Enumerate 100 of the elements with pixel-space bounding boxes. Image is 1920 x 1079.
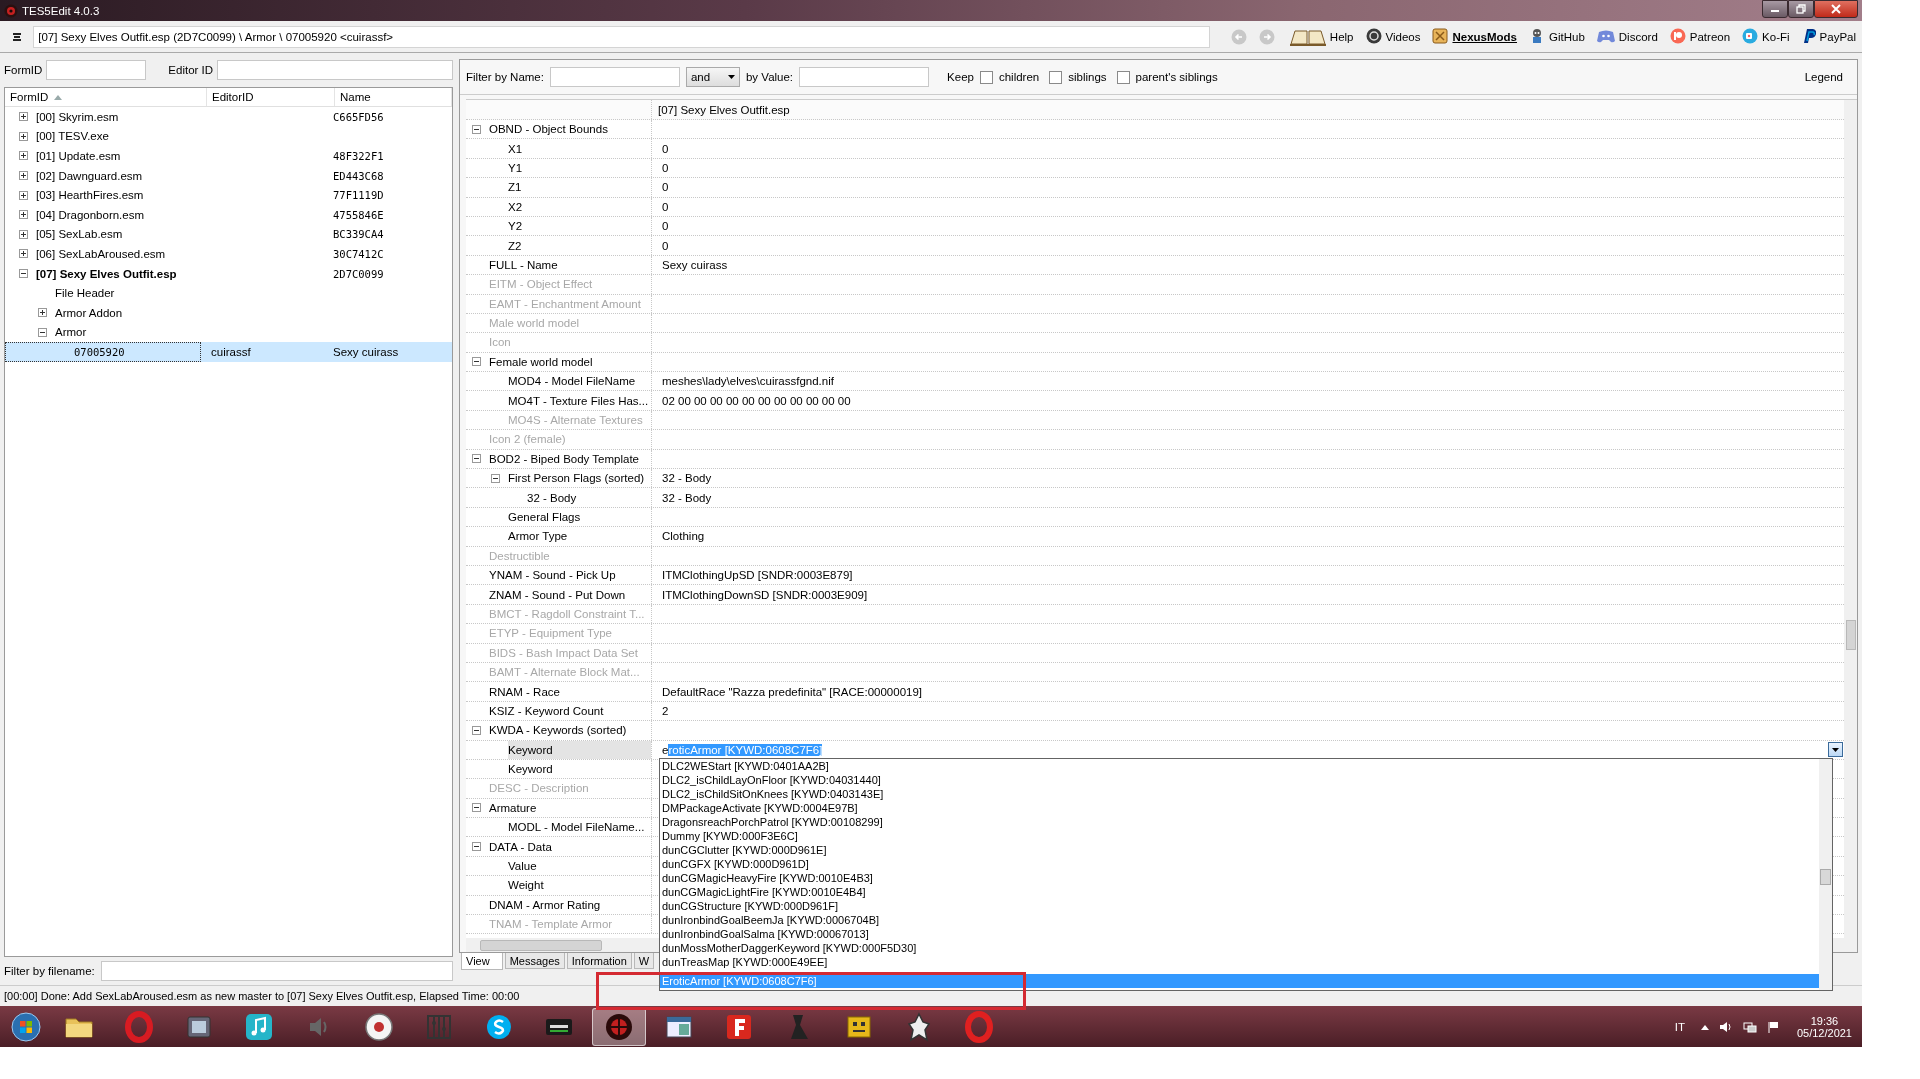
field-label[interactable]: Armature	[489, 798, 651, 818]
field-label[interactable]: MOD4 - Model FileName	[508, 372, 651, 391]
dropdown-option[interactable]: dunCGClutter [KYWD:000D961E]	[660, 843, 1819, 857]
checkbox[interactable]	[979, 70, 993, 84]
collapse-toggle[interactable]	[19, 269, 28, 279]
filename-filter-field[interactable]	[100, 961, 453, 981]
dropdown-option[interactable]: dunIronbindGoalSalma [KYWD:00067013]	[660, 927, 1819, 941]
tab[interactable]: W	[633, 953, 655, 969]
field-label[interactable]: DATA - Data	[489, 837, 651, 856]
collapse-toggle[interactable]	[38, 327, 47, 337]
vertical-scrollbar[interactable]	[1844, 100, 1857, 952]
column-header[interactable]: EditorID	[207, 88, 335, 106]
field-label[interactable]: X1	[508, 139, 651, 158]
field-label[interactable]: 32 - Body	[527, 488, 651, 507]
field-label[interactable]: Keyword	[508, 740, 651, 759]
expand-toggle[interactable]	[38, 308, 47, 318]
field-label[interactable]: RNAM - Race	[489, 682, 651, 701]
collapse-toggle[interactable]	[472, 725, 481, 735]
tree-row[interactable]: Armor Addon	[5, 302, 452, 323]
field-label[interactable]: Female world model	[489, 352, 651, 372]
dropdown-option[interactable]: Dummy [KYWD:000F3E6C]	[660, 829, 1819, 843]
dropdown-option[interactable]: dunIronbindGoalBeemJa [KYWD:0006704B]	[660, 913, 1819, 927]
field-label[interactable]: Y1	[508, 158, 651, 178]
expand-toggle[interactable]	[19, 151, 28, 161]
expand-toggle[interactable]	[19, 249, 28, 259]
taskbar-button[interactable]	[592, 1007, 646, 1046]
tree-row[interactable]: [05] SexLab.esm BC339CA4	[5, 224, 452, 245]
dropdown-option[interactable]: DLC2_isChildLayOnFloor [KYWD:04031440]	[660, 773, 1819, 787]
formid-field[interactable]	[46, 60, 147, 80]
field-label[interactable]: Z1	[508, 178, 651, 197]
clock[interactable]: 19:36 05/12/2021	[1796, 1014, 1852, 1039]
toolbar-link[interactable]: Ko-Fi	[1742, 27, 1790, 46]
dropdown-option[interactable]: dunCGFX [KYWD:000D961D]	[660, 857, 1819, 871]
field-label[interactable]: KWDA - Keywords (sorted)	[489, 721, 651, 740]
dropdown-option[interactable]: DLC2_isChildSitOnKnees [KYWD:0403143E]	[660, 787, 1819, 801]
maximize-button[interactable]	[1788, 0, 1814, 18]
toolbar-link[interactable]: NexusMods	[1432, 27, 1517, 46]
collapse-toggle[interactable]	[472, 803, 481, 813]
dropdown-scrollbar[interactable]	[1819, 759, 1832, 990]
dropdown-option[interactable]: dunCGMagicHeavyFire [KYWD:0010E4B3]	[660, 871, 1819, 885]
expand-toggle[interactable]	[19, 210, 28, 220]
tree-row[interactable]: File Header	[5, 283, 452, 303]
toolbar-link[interactable]: Help	[1289, 27, 1354, 46]
field-label[interactable]: Weight	[508, 876, 651, 895]
toolbar-link[interactable]: GitHub	[1529, 27, 1585, 46]
name-filter-field[interactable]	[549, 67, 680, 87]
tree-row[interactable]: [00] TESV.exe	[5, 126, 452, 147]
editorid-field[interactable]	[217, 60, 453, 80]
dropdown-list[interactable]	[659, 758, 1833, 991]
field-label[interactable]: Value	[508, 856, 651, 876]
field-label[interactable]: ZNAM - Sound - Put Down	[489, 585, 651, 604]
tree-row[interactable]: [02] Dawnguard.esm ED443C68	[5, 165, 452, 186]
field-label[interactable]: OBND - Object Bounds	[489, 120, 651, 139]
expand-toggle[interactable]	[19, 190, 28, 200]
tree-row[interactable]: [06] SexLabAroused.esm 30C7412C	[5, 244, 452, 264]
field-label[interactable]: YNAM - Sound - Pick Up	[489, 566, 651, 585]
tree-row[interactable]: [04] Dragonborn.esm 4755846E	[5, 204, 452, 225]
dropdown-option[interactable]: DragonsreachPorchPatrol [KYWD:00108299]	[660, 815, 1819, 829]
dropdown-option[interactable]: DLC2WEStart [KYWD:0401AA2B]	[660, 759, 1819, 773]
tab[interactable]: View	[461, 953, 503, 970]
field-label[interactable]: FULL - Name	[489, 255, 651, 275]
expand-toggle[interactable]	[19, 112, 28, 122]
legend-link[interactable]: Legend	[1804, 71, 1843, 83]
expand-toggle[interactable]	[19, 131, 28, 141]
tree-row[interactable]: Armor	[5, 322, 452, 343]
field-label[interactable]: BOD2 - Biped Body Template	[489, 449, 651, 469]
minimize-button[interactable]	[1762, 0, 1788, 18]
toolbar-link[interactable]: PayPal	[1801, 27, 1856, 46]
field-label[interactable]: MO4T - Texture Files Has...	[508, 391, 651, 410]
value-filter-field[interactable]	[799, 67, 930, 87]
tree-row[interactable]: 07005920 cuirassf Sexy cuirass	[5, 342, 452, 362]
field-label[interactable]: X2	[508, 197, 651, 216]
field-label[interactable]: Armor Type	[508, 527, 651, 546]
column-header[interactable]: Name	[335, 88, 452, 106]
tree-row[interactable]: [01] Update.esm 48F322F1	[5, 146, 452, 166]
dropdown-option[interactable]: DMPackageActivate [KYWD:0004E97B]	[660, 801, 1819, 815]
tab[interactable]: Information	[566, 953, 632, 969]
tree-row[interactable]: [07] Sexy Elves Outfit.esp 2D7C0099	[5, 263, 452, 284]
toolbar-link[interactable]: Patreon	[1669, 27, 1731, 46]
dropdown-option[interactable]: dunMossMotherDaggerKeyword [KYWD:000F5D30]	[660, 941, 1819, 955]
field-label[interactable]: Z2	[508, 236, 651, 255]
operator-select[interactable]: and	[685, 67, 740, 87]
field-label[interactable]: First Person Flags (sorted)	[508, 469, 651, 488]
field-label[interactable]: DNAM - Armor Rating	[489, 895, 651, 914]
field-label[interactable]: MODL - Model FileName...	[508, 818, 651, 837]
collapse-toggle[interactable]	[472, 124, 481, 134]
tree-row[interactable]: [00] Skyrim.esm C665FD56	[5, 107, 452, 127]
language-indicator[interactable]: IT	[1674, 1020, 1685, 1033]
dropdown-option[interactable]: dunCGStructure [KYWD:000D961F]	[660, 899, 1819, 913]
field-label[interactable]: Keyword	[508, 759, 651, 779]
tree-row[interactable]: [03] HearthFires.esm 77F1119D	[5, 185, 452, 205]
toolbar-link[interactable]: Videos	[1365, 27, 1421, 46]
expand-toggle[interactable]	[19, 171, 28, 181]
dropdown-option[interactable]: dunTreasMap [KYWD:000E49EE]	[660, 955, 1819, 969]
close-button[interactable]	[1814, 0, 1858, 18]
column-header[interactable]: FormID	[5, 88, 207, 106]
expand-toggle[interactable]	[19, 229, 28, 239]
collapse-toggle[interactable]	[472, 454, 481, 464]
path-field[interactable]: [07] Sexy Elves Outfit.esp (2D7C0099) \ Armor \ 07005920 <cuirassf>	[33, 25, 1210, 48]
checkbox[interactable]	[1049, 70, 1063, 84]
